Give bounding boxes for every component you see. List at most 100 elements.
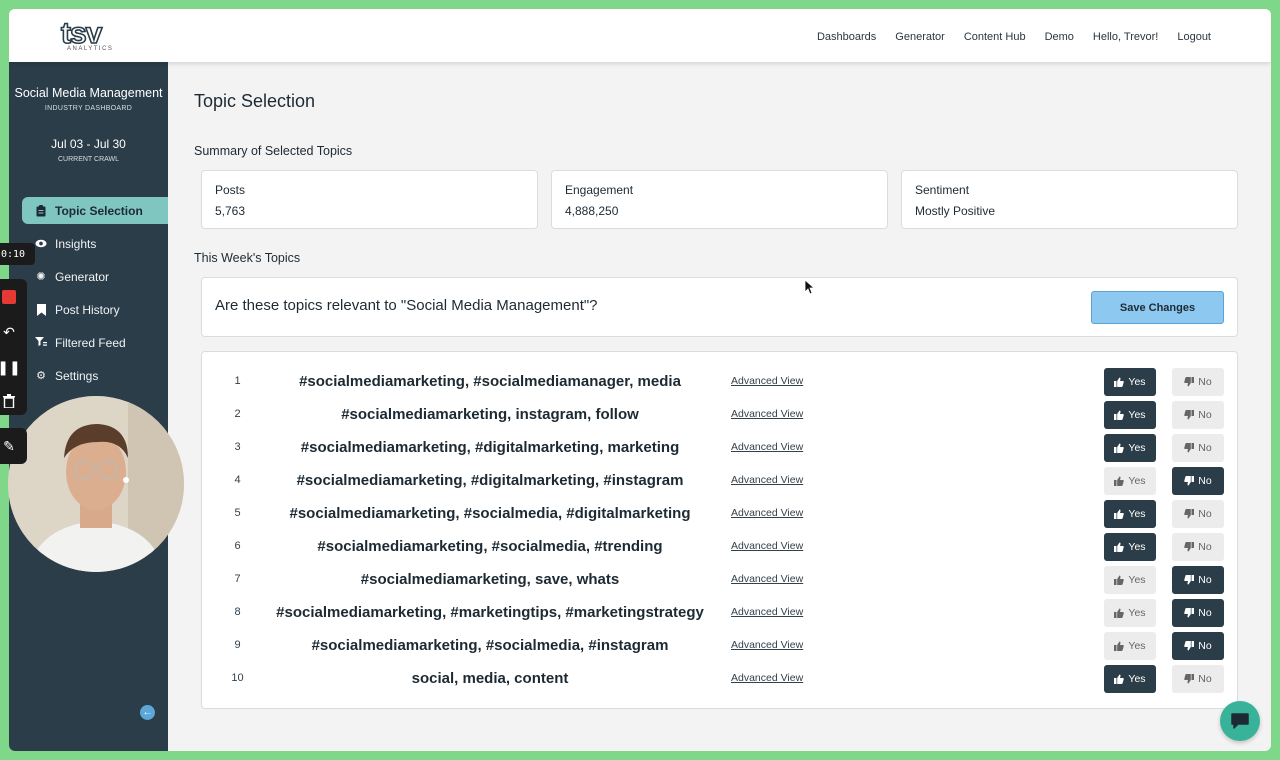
save-changes-button[interactable]: Save Changes bbox=[1091, 291, 1224, 324]
nav-content-hub[interactable]: Content Hub bbox=[964, 31, 1026, 43]
no-label: No bbox=[1198, 640, 1212, 652]
no-button[interactable]: No bbox=[1172, 401, 1224, 429]
sidebar-title: Social Media Management bbox=[14, 86, 163, 100]
topic-keywords: #socialmediamarketing, #socialmedia, #tr… bbox=[317, 538, 663, 555]
no-button[interactable]: No bbox=[1172, 566, 1224, 594]
thumbs-up-icon bbox=[1114, 476, 1125, 486]
nav-user-greeting[interactable]: Hello, Trevor! bbox=[1093, 31, 1158, 43]
sidebar-item-label: Settings bbox=[55, 368, 99, 383]
page-title: Topic Selection bbox=[194, 91, 316, 111]
yes-button[interactable]: Yes bbox=[1104, 434, 1156, 462]
sidebar-item-insights[interactable]: Insights bbox=[22, 230, 168, 257]
advanced-view-link[interactable]: Advanced View bbox=[731, 507, 803, 519]
topic-number: 3 bbox=[234, 441, 241, 453]
no-label: No bbox=[1198, 673, 1212, 685]
sidebar-item-settings[interactable]: ⚙ Settings bbox=[22, 362, 168, 389]
advanced-view-link[interactable]: Advanced View bbox=[731, 672, 803, 684]
no-button[interactable]: No bbox=[1172, 434, 1224, 462]
sentiment-card: Sentiment Mostly Positive bbox=[901, 170, 1238, 229]
thumbs-down-icon bbox=[1184, 542, 1195, 552]
draw-button[interactable]: ✎ bbox=[0, 428, 27, 464]
posts-card: Posts 5,763 bbox=[201, 170, 538, 229]
eye-icon bbox=[35, 238, 47, 250]
yes-button[interactable]: Yes bbox=[1104, 665, 1156, 693]
recording-timer: 0:10 bbox=[0, 243, 35, 265]
yes-button[interactable]: Yes bbox=[1104, 500, 1156, 528]
thumbs-down-icon bbox=[1184, 476, 1195, 486]
yes-label: Yes bbox=[1128, 640, 1146, 652]
date-range: Jul 03 - Jul 30 bbox=[51, 137, 126, 151]
no-label: No bbox=[1198, 607, 1212, 619]
chat-button[interactable] bbox=[1220, 701, 1260, 741]
topic-number: 9 bbox=[234, 639, 241, 651]
webcam-overlay bbox=[8, 396, 184, 572]
card-label: Posts bbox=[215, 183, 246, 197]
advanced-view-link[interactable]: Advanced View bbox=[731, 540, 803, 552]
advanced-view-link[interactable]: Advanced View bbox=[731, 375, 803, 387]
undo-button[interactable]: ↶ bbox=[0, 323, 18, 341]
webcam-person-image bbox=[8, 396, 184, 572]
yes-button[interactable]: Yes bbox=[1104, 632, 1156, 660]
advanced-view-link[interactable]: Advanced View bbox=[731, 474, 803, 486]
advanced-view-link[interactable]: Advanced View bbox=[731, 639, 803, 651]
topics-list: 1 #socialmediamarketing, #socialmediamana… bbox=[201, 351, 1238, 709]
yes-button[interactable]: Yes bbox=[1104, 368, 1156, 396]
no-button[interactable]: No bbox=[1172, 500, 1224, 528]
weekly-topics-heading: This Week's Topics bbox=[194, 251, 301, 265]
summary-heading: Summary of Selected Topics bbox=[194, 144, 353, 158]
nav-generator[interactable]: Generator bbox=[895, 31, 945, 43]
yes-button[interactable]: Yes bbox=[1104, 599, 1156, 627]
card-value: Mostly Positive bbox=[915, 204, 996, 218]
card-label: Engagement bbox=[565, 183, 634, 197]
no-button[interactable]: No bbox=[1172, 665, 1224, 693]
sidebar-item-filtered-feed[interactable]: Filtered Feed bbox=[22, 329, 168, 356]
yes-button[interactable]: Yes bbox=[1104, 533, 1156, 561]
no-button[interactable]: No bbox=[1172, 632, 1224, 660]
thumbs-up-icon bbox=[1114, 608, 1125, 618]
pause-button[interactable]: ❚❚ bbox=[0, 358, 21, 376]
delete-button[interactable] bbox=[0, 392, 18, 410]
yes-button[interactable]: Yes bbox=[1104, 401, 1156, 429]
mouse-cursor-icon bbox=[804, 279, 814, 295]
yes-label: Yes bbox=[1128, 508, 1146, 520]
topic-row: 5 #socialmediamarketing, #socialmedia, #d… bbox=[202, 499, 1239, 529]
sidebar-item-label: Generator bbox=[55, 269, 110, 284]
nav-demo[interactable]: Demo bbox=[1045, 31, 1074, 43]
yes-button[interactable]: Yes bbox=[1104, 566, 1156, 594]
nav-logout[interactable]: Logout bbox=[1177, 31, 1211, 43]
stop-recording-button[interactable] bbox=[0, 288, 18, 306]
yes-button[interactable]: Yes bbox=[1104, 467, 1156, 495]
yes-label: Yes bbox=[1128, 442, 1146, 454]
no-button[interactable]: No bbox=[1172, 368, 1224, 396]
no-button[interactable]: No bbox=[1172, 599, 1224, 627]
arrow-left-icon: ← bbox=[142, 707, 153, 718]
sidebar-subtitle: INDUSTRY DASHBOARD bbox=[44, 105, 133, 112]
topic-number: 10 bbox=[231, 672, 244, 684]
yes-label: Yes bbox=[1128, 541, 1146, 553]
trash-icon bbox=[3, 394, 15, 408]
thumbs-up-icon bbox=[1114, 542, 1125, 552]
sidebar-item-post-history[interactable]: Post History bbox=[22, 296, 168, 323]
no-button[interactable]: No bbox=[1172, 467, 1224, 495]
thumbs-up-icon bbox=[1114, 641, 1125, 651]
topic-keywords: #socialmediamarketing, instagram, follow bbox=[341, 406, 639, 423]
no-label: No bbox=[1198, 409, 1212, 421]
thumbs-up-icon bbox=[1114, 443, 1125, 453]
card-value: 5,763 bbox=[215, 204, 246, 218]
advanced-view-link[interactable]: Advanced View bbox=[731, 441, 803, 453]
yes-label: Yes bbox=[1128, 607, 1146, 619]
sidebar-item-generator[interactable]: ✺ Generator bbox=[22, 263, 168, 290]
sidebar-item-topic-selection[interactable]: Topic Selection bbox=[22, 197, 168, 224]
advanced-view-link[interactable]: Advanced View bbox=[731, 408, 803, 420]
no-label: No bbox=[1198, 574, 1212, 586]
thumbs-down-icon bbox=[1184, 410, 1195, 420]
topic-number: 4 bbox=[234, 474, 241, 486]
topic-number: 5 bbox=[234, 507, 241, 519]
advanced-view-link[interactable]: Advanced View bbox=[731, 573, 803, 585]
no-button[interactable]: No bbox=[1172, 533, 1224, 561]
thumbs-up-icon bbox=[1114, 509, 1125, 519]
collapse-sidebar-button[interactable]: ← bbox=[140, 705, 155, 720]
relevance-question: Are these topics relevant to "Social Med… bbox=[215, 297, 598, 314]
advanced-view-link[interactable]: Advanced View bbox=[731, 606, 803, 618]
nav-dashboards[interactable]: Dashboards bbox=[817, 31, 876, 43]
